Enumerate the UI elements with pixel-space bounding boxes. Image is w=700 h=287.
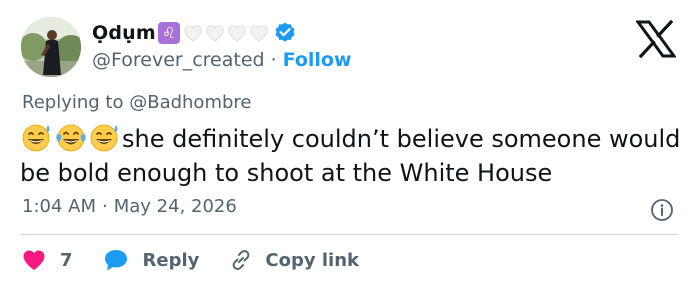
tweet-date[interactable]: May 24, 2026	[114, 196, 237, 217]
reply-bubble-icon	[104, 250, 127, 271]
white-heart-icon	[250, 25, 268, 42]
replying-to-label: Replying to	[22, 92, 124, 113]
separator-dot: ·	[270, 49, 277, 71]
avatar[interactable]	[21, 17, 81, 77]
divider	[20, 234, 678, 235]
copy-link-button[interactable]: Copy link	[229, 248, 359, 272]
white-heart-icon	[184, 25, 202, 42]
timestamp-row: 1:04 AM · May 24, 2026	[22, 196, 237, 217]
avatar-photo	[21, 17, 81, 77]
separator-dot: ·	[102, 196, 108, 217]
replying-to-line: Replying to @Badhombre	[22, 92, 251, 113]
author-name-row: Ọdụm ♌	[92, 18, 297, 48]
x-logo-icon[interactable]	[636, 20, 676, 58]
sweat-smile-emoji	[90, 124, 118, 152]
tweet-text: she definitely couldn’t believe someone …	[20, 122, 690, 190]
author-handle-row: @Forever_created · Follow	[92, 47, 352, 73]
follow-button[interactable]: Follow	[283, 49, 352, 71]
info-icon[interactable]	[649, 197, 675, 223]
reply-label: Reply	[142, 249, 200, 271]
leo-zodiac-icon: ♌	[157, 22, 180, 44]
hearts-row	[182, 22, 270, 44]
tweet-time[interactable]: 1:04 AM	[22, 196, 96, 217]
reply-button[interactable]: Reply	[103, 248, 200, 272]
tears-of-joy-emoji	[56, 124, 86, 152]
heart-icon	[23, 250, 45, 270]
verified-badge-icon	[275, 22, 295, 42]
sweat-smile-emoji	[22, 124, 50, 152]
replying-to-handle[interactable]: @Badhombre	[129, 92, 251, 113]
author-handle[interactable]: @Forever_created	[92, 49, 265, 71]
likes-count: 7	[60, 249, 73, 271]
white-heart-icon	[228, 25, 246, 42]
white-heart-icon	[206, 25, 224, 42]
author-display-name[interactable]: Ọdụm	[92, 22, 156, 44]
copy-link-label: Copy link	[265, 249, 359, 271]
link-icon	[232, 250, 250, 270]
tweet-actions: 7 Reply Copy link	[22, 245, 359, 275]
like-button[interactable]: 7	[22, 249, 73, 271]
